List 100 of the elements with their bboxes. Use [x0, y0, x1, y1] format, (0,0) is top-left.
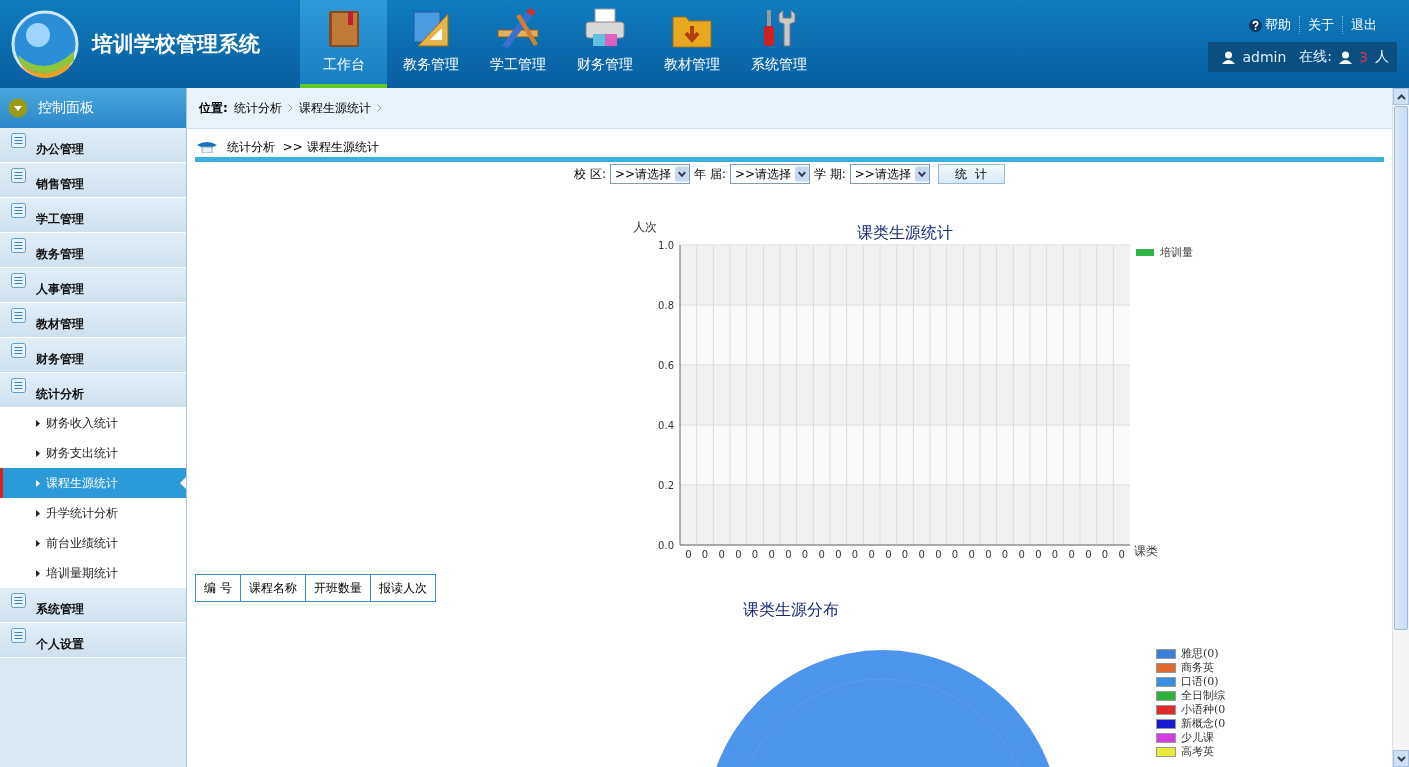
legend-label: 雅思(0)	[1181, 647, 1219, 661]
scroll-up-button[interactable]	[1393, 88, 1409, 105]
triangle-right-icon	[36, 539, 40, 547]
filter-label: 年 届:	[694, 165, 726, 183]
data-label: 0	[851, 549, 859, 560]
tray-icon	[197, 141, 217, 153]
sidebar-item[interactable]: 销售管理	[0, 163, 186, 198]
table-header-cell: 编 号	[195, 574, 241, 602]
nav-tab[interactable]: 财务管理	[561, 0, 648, 88]
chevron-right-icon	[287, 104, 293, 112]
sidebar-item[interactable]: 个人设置	[0, 623, 186, 658]
sidebar-item[interactable]: 统计分析	[0, 373, 186, 408]
breadcrumb-item[interactable]: 课程生源统计	[298, 99, 371, 117]
y-axis-label: 人次	[633, 220, 657, 234]
online-count: 3	[1359, 49, 1368, 65]
filter-select[interactable]: >>请选择	[610, 164, 691, 184]
list-icon	[11, 133, 26, 148]
page-title: 统计分析 >> 课程生源统计	[227, 138, 379, 156]
triangle-right-icon	[36, 569, 40, 577]
pointer-icon	[180, 477, 186, 489]
caret-down-icon	[8, 98, 28, 118]
y-tick-label: 0.6	[658, 360, 674, 371]
scrollbar-thumb[interactable]	[1394, 106, 1408, 630]
data-label: 0	[968, 549, 975, 560]
scroll-down-button[interactable]	[1393, 750, 1409, 767]
pie-chart-title: 课类生源分布	[741, 600, 840, 621]
y-tick-label: 0.4	[658, 420, 674, 431]
x-axis-label: 课类	[1134, 544, 1158, 558]
sidebar-item[interactable]: 办公管理	[0, 128, 186, 163]
data-label: 0	[935, 549, 942, 560]
sidebar-subitem[interactable]: 财务收入统计	[0, 408, 186, 438]
online-label: 在线:	[1299, 48, 1333, 66]
data-label: 0	[868, 549, 875, 560]
legend-label: 高考英	[1181, 745, 1214, 759]
nav-tab[interactable]: 系统管理	[735, 0, 822, 88]
legend-label: 小语种(0	[1181, 703, 1226, 717]
data-label: 0	[1085, 549, 1092, 560]
list-icon	[11, 378, 26, 393]
app-title: 培训学校管理系统	[92, 31, 260, 58]
nav-tab[interactable]: 教材管理	[648, 0, 735, 88]
sidebar-item[interactable]: 教材管理	[0, 303, 186, 338]
sidebar-item[interactable]: 财务管理	[0, 338, 186, 373]
filter-select[interactable]: >>请选择	[729, 164, 810, 184]
sidebar-subitem[interactable]: 财务支出统计	[0, 438, 186, 468]
nav-tab[interactable]: 教务管理	[387, 0, 474, 88]
breadcrumb-item[interactable]: 统计分析	[233, 99, 282, 117]
legend-label: 少儿课	[1181, 731, 1214, 745]
chevron-up-icon	[1396, 93, 1406, 100]
legend-label: 口语(0)	[1181, 675, 1219, 689]
chart-title: 课类生源统计	[857, 223, 953, 242]
list-icon	[11, 203, 26, 218]
data-label: 0	[918, 549, 925, 560]
sidebar-subitem[interactable]: 升学统计分析	[0, 498, 186, 528]
list-icon	[11, 308, 26, 323]
data-label: 0	[901, 549, 909, 560]
list-icon	[11, 343, 26, 358]
nav-tab[interactable]: 学工管理	[474, 0, 561, 88]
legend-label: 培训量	[1160, 246, 1193, 259]
data-label: 0	[718, 549, 725, 560]
stat-button[interactable]: 统 计	[937, 164, 1005, 184]
sidebar-item[interactable]: 学工管理	[0, 198, 186, 233]
legend-label: 商务英	[1181, 661, 1214, 675]
header-link[interactable]: 退出	[1342, 16, 1385, 34]
data-label: 0	[835, 549, 842, 560]
globe-logo-icon	[10, 9, 80, 79]
nav-tab[interactable]: 工作台	[300, 0, 387, 88]
data-label: 0	[1018, 549, 1025, 560]
data-label: 0	[985, 549, 992, 560]
sidebar-subitem[interactable]: 培训量期统计	[0, 558, 186, 588]
data-label: 0	[1068, 549, 1075, 560]
data-label: 0	[801, 549, 809, 560]
help-icon	[1249, 18, 1262, 32]
sidebar-item[interactable]: 系统管理	[0, 588, 186, 623]
triangle-right-icon	[36, 449, 40, 457]
triangle-right-icon	[36, 479, 40, 487]
y-tick-label: 1.0	[658, 240, 674, 251]
sidebar-subitem[interactable]: 前台业绩统计	[0, 528, 186, 558]
data-label: 0	[1101, 549, 1109, 560]
header-link[interactable]: 关于	[1299, 16, 1342, 34]
pencil-ruler-icon	[495, 8, 540, 48]
sidebar-item[interactable]: 人事管理	[0, 268, 186, 303]
y-tick-label: 0.2	[658, 480, 674, 491]
username: admin	[1242, 49, 1287, 65]
list-icon	[11, 238, 26, 253]
filter-select[interactable]: >>请选择	[849, 164, 930, 184]
list-icon	[11, 628, 26, 643]
header-link[interactable]: 帮助	[1241, 16, 1299, 34]
online-unit: 人	[1375, 48, 1389, 66]
table-header-cell: 报读人次	[369, 574, 436, 602]
sidebar-item[interactable]: 教务管理	[0, 233, 186, 268]
data-label: 0	[685, 549, 692, 560]
data-label: 0	[751, 549, 759, 560]
triangle-right-icon	[36, 419, 40, 427]
y-tick-label: 0.0	[658, 540, 674, 551]
filter-label: 校 区:	[574, 165, 607, 183]
data-label: 0	[1051, 549, 1059, 560]
chevron-right-icon	[376, 104, 382, 112]
list-icon	[11, 168, 26, 183]
data-label: 0	[818, 549, 825, 560]
list-icon	[11, 273, 26, 288]
